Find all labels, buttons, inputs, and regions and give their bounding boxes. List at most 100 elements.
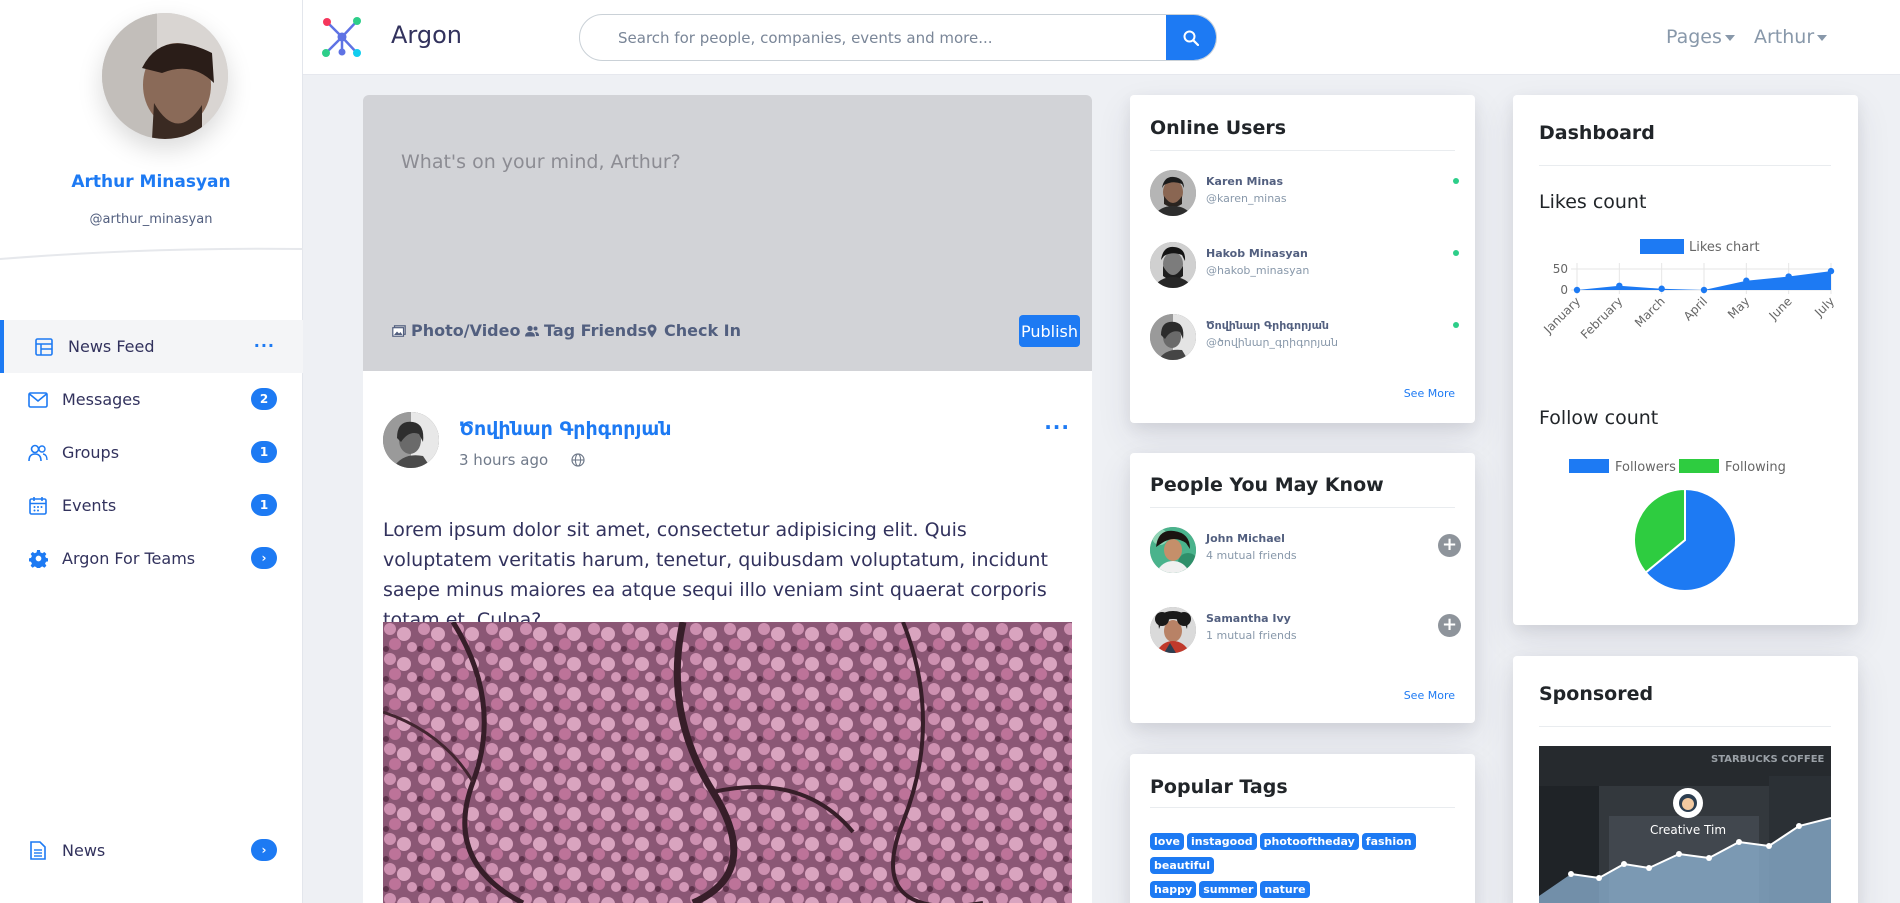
sidebar-item-argon-for-teams[interactable]: Argon For Teams ›: [0, 532, 303, 585]
user-name[interactable]: John Michael: [1206, 532, 1285, 545]
follow-count-title: Follow count: [1539, 407, 1659, 429]
see-more-link[interactable]: See More: [1404, 689, 1455, 702]
likes-area-chart[interactable]: Likes chart 0 50 JanuaryFebruary March April M…: [1533, 233, 1843, 363]
divider: [1150, 507, 1455, 508]
post-time-text: 3 hours ago: [459, 451, 549, 469]
dashboard-title: Dashboard: [1539, 122, 1655, 144]
sponsored-ad-image[interactable]: STARBUCKS COFFEE Creative Tim: [1539, 746, 1831, 903]
profile-divider: [0, 247, 303, 260]
user-avatar[interactable]: [1150, 607, 1196, 653]
user-dropdown[interactable]: Arthur: [1754, 26, 1828, 48]
user-handle: @ծովինար_գրիգորյան: [1206, 336, 1338, 349]
suggested-user-row[interactable]: Samantha Ivy 1 mutual friends +: [1150, 607, 1470, 657]
image-icon: [392, 324, 406, 337]
post-timestamp: 3 hours ago: [459, 451, 585, 469]
tag-item[interactable]: love: [1150, 833, 1184, 850]
search-bar: [579, 14, 1217, 61]
x-tick-label: June: [1766, 294, 1795, 323]
search-input[interactable]: [580, 15, 1160, 60]
user-name[interactable]: Samantha Ivy: [1206, 612, 1291, 625]
profile-avatar[interactable]: [102, 13, 228, 139]
online-user-row[interactable]: Karen Minas @karen_minas: [1150, 170, 1470, 220]
post-more-icon[interactable]: ···: [1044, 415, 1070, 439]
top-navbar: Argon Pages Arthur: [303, 0, 1900, 75]
tag-item[interactable]: beautiful: [1150, 857, 1215, 874]
add-friend-button[interactable]: +: [1438, 534, 1461, 557]
tag-item[interactable]: instagood: [1186, 833, 1257, 850]
user-avatar[interactable]: [1150, 242, 1196, 288]
x-tick-label: April: [1681, 294, 1710, 323]
user-name[interactable]: Ծովինար Գրիգորյան: [1206, 319, 1329, 332]
sidebar-nav: News Feed ··· Messages 2 Groups 1 Events…: [0, 320, 303, 585]
post-author-avatar[interactable]: [383, 412, 439, 468]
legend-swatch: [1569, 459, 1609, 473]
popular-tags-title: Popular Tags: [1150, 776, 1288, 798]
sidebar: Arthur Minasyan @arthur_minasyan News Fe…: [0, 0, 303, 903]
data-point: [1573, 286, 1581, 294]
chevron-right-badge[interactable]: ›: [251, 839, 277, 861]
check-in-button[interactable]: Check In: [647, 321, 741, 340]
user-handle: @karen_minas: [1206, 192, 1287, 205]
sponsored-card: Sponsored STARBUCKS COFFEE Creative Tim: [1513, 656, 1858, 903]
envelope-icon: [28, 390, 48, 410]
divider: [1150, 150, 1455, 151]
pages-dropdown[interactable]: Pages: [1666, 26, 1735, 48]
user-name[interactable]: Karen Minas: [1206, 175, 1283, 188]
suggested-user-row[interactable]: John Michael 4 mutual friends +: [1150, 527, 1470, 577]
dashboard-card: Dashboard Likes count Likes chart 0 50 Janu…: [1513, 95, 1858, 625]
sidebar-item-news-feed[interactable]: News Feed ···: [0, 320, 303, 373]
sidebar-item-events[interactable]: Events 1: [0, 479, 303, 532]
users-icon: [525, 325, 539, 336]
online-users-title: Online Users: [1150, 117, 1287, 139]
tag-item[interactable]: nature: [1260, 881, 1310, 898]
user-avatar[interactable]: [1150, 170, 1196, 216]
caret-down-icon: [1724, 34, 1735, 41]
post-image[interactable]: [383, 622, 1072, 903]
document-icon: [28, 841, 48, 861]
tag-friends-label: Tag Friends: [544, 321, 648, 340]
legend-label: Likes chart: [1689, 240, 1760, 255]
search-button[interactable]: [1166, 15, 1216, 60]
online-users-card: Online Users Karen Minas @karen_minas Ha…: [1130, 95, 1475, 423]
online-status-dot: [1453, 322, 1459, 328]
online-user-row[interactable]: Ծովինար Գրիգորյան @ծովինար_գրիգորյան: [1150, 314, 1470, 364]
tag-item[interactable]: summer: [1199, 881, 1258, 898]
sidebar-item-news[interactable]: News ›: [0, 824, 303, 877]
see-more-link[interactable]: See More: [1404, 387, 1455, 400]
follow-pie-chart[interactable]: Followers Following: [1533, 453, 1843, 603]
post-author-name[interactable]: Ծովինար Գրիգորյան: [459, 418, 671, 440]
starbucks-sign: STARBUCKS COFFEE: [1711, 754, 1825, 765]
legend-label: Following: [1725, 460, 1786, 475]
user-avatar[interactable]: [1150, 314, 1196, 360]
sidebar-item-messages[interactable]: Messages 2: [0, 373, 303, 426]
search-icon: [1183, 30, 1199, 46]
more-icon[interactable]: ···: [254, 336, 275, 355]
tag-friends-button[interactable]: Tag Friends: [525, 321, 647, 340]
tag-item[interactable]: photooftheday: [1259, 833, 1359, 850]
argon-logo-icon[interactable]: [321, 16, 363, 58]
users-icon: [28, 443, 48, 463]
y-tick-label: 50: [1553, 262, 1568, 276]
sidebar-item-groups[interactable]: Groups 1: [0, 426, 303, 479]
chevron-right-badge[interactable]: ›: [251, 547, 277, 569]
profile-name[interactable]: Arthur Minasyan: [0, 172, 302, 192]
online-user-row[interactable]: Hakob Minasyan @hakob_minasyan: [1150, 242, 1470, 292]
sidebar-item-label: Events: [62, 496, 117, 515]
tag-item[interactable]: happy: [1150, 881, 1197, 898]
photo-video-label: Photo/Video: [411, 321, 521, 340]
user-label: Arthur: [1754, 26, 1815, 48]
check-in-label: Check In: [664, 321, 742, 340]
photo-video-button[interactable]: Photo/Video: [392, 321, 520, 340]
tag-item[interactable]: fashion: [1361, 833, 1416, 850]
data-point: [1658, 285, 1665, 292]
likes-count-title: Likes count: [1539, 191, 1647, 213]
user-name[interactable]: Hakob Minasyan: [1206, 247, 1308, 260]
composer-placeholder[interactable]: What's on your mind, Arthur?: [401, 151, 681, 173]
brand-name[interactable]: Argon: [391, 21, 462, 49]
online-status-dot: [1453, 250, 1459, 256]
user-avatar[interactable]: [1150, 527, 1196, 573]
publish-button[interactable]: Publish: [1019, 315, 1080, 347]
feed-post: Ծովինար Գրիգորյան 3 hours ago ··· Lorem …: [363, 371, 1092, 903]
add-friend-button[interactable]: +: [1438, 614, 1461, 637]
user-handle: @hakob_minasyan: [1206, 264, 1310, 277]
